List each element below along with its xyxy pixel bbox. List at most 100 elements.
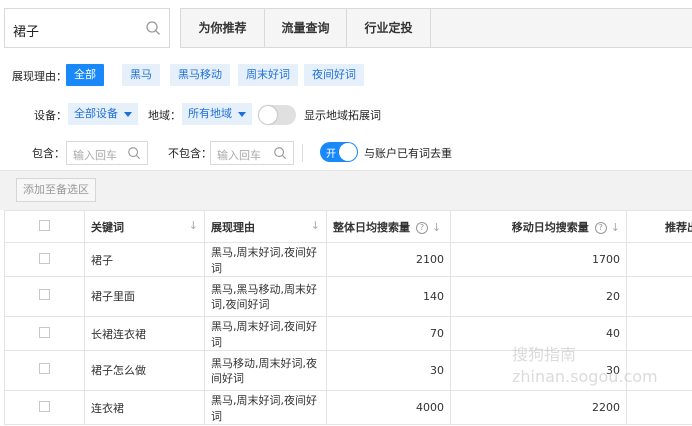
keyword-cell: 裙子怎么做	[84, 350, 205, 391]
reason-tag-heima-mobile[interactable]: 黑马移动	[170, 64, 230, 86]
search-icon	[274, 147, 287, 160]
reason-tag-night[interactable]: 夜间好词	[304, 64, 364, 86]
tab-recommend[interactable]: 为你推荐	[181, 9, 265, 47]
include-input[interactable]: 输入回车	[66, 141, 148, 165]
mobile-search-cell: 2200	[450, 390, 627, 425]
keyword-cell: 裙子	[84, 242, 205, 277]
recommend-cell	[626, 350, 692, 391]
reason-filter-row: 展现理由： 全部 黑马 黑马移动 周末好词 夜间好词	[0, 62, 692, 88]
caret-down-icon	[124, 111, 132, 117]
region-expand-label: 显示地域拓展词	[304, 109, 381, 122]
sort-arrow-icon: ↓	[188, 218, 198, 232]
recommend-cell	[626, 276, 692, 317]
dedupe-label: 与账户已有词去重	[364, 147, 452, 160]
table-row: 裙子里面 黑马,黑马移动,周末好词,夜间好词 140 20	[4, 276, 692, 317]
recommend-cell	[626, 316, 692, 351]
recommend-cell	[626, 242, 692, 277]
col-mobile-search[interactable]: 移动日均搜索量? ↓	[450, 210, 627, 243]
total-search-cell: 140	[326, 276, 451, 317]
region-value: 所有地域	[188, 107, 232, 120]
exclude-placeholder: 输入回车	[217, 149, 261, 162]
include-filter-row: 包含： 输入回车 不包含： 输入回车 开 与账户已有词去重	[0, 140, 692, 166]
function-tab-bar: 为你推荐 流量查询 行业定投	[180, 8, 692, 48]
total-search-cell: 30	[326, 350, 451, 391]
reason-tag-heima[interactable]: 黑马	[122, 64, 160, 86]
reason-cell: 黑马,周末好词,夜间好词	[204, 316, 327, 351]
row-checkbox[interactable]	[39, 289, 50, 300]
total-search-cell: 70	[326, 316, 451, 351]
sort-arrow-icon: ↓	[310, 218, 320, 232]
device-dropdown[interactable]: 全部设备	[68, 103, 138, 125]
reason-cell: 黑马移动,周末好词,夜间好词	[204, 350, 327, 391]
include-label: 包含：	[32, 147, 65, 160]
reason-cell: 黑马,周末好词,夜间好词	[204, 242, 327, 277]
row-checkbox[interactable]	[39, 326, 50, 338]
table-header-row: 关键词↓ 展现理由↓ 整体日均搜索量?↓ 移动日均搜索量?↓ 推荐出	[4, 210, 692, 243]
keyword-cell: 连衣裙	[84, 390, 205, 425]
col-mobile-label: 移动日均搜索量	[511, 220, 589, 234]
reason-tag-weekend[interactable]: 周末好词	[238, 64, 298, 86]
exclude-input[interactable]: 输入回车	[210, 141, 294, 165]
search-icon[interactable]	[145, 20, 161, 36]
keyword-table: 关键词↓ 展现理由↓ 整体日均搜索量?↓ 移动日均搜索量?↓ 推荐出 裙子 黑马…	[4, 210, 692, 425]
reason-cell: 黑马,黑马移动,周末好词,夜间好词	[204, 276, 327, 317]
tab-traffic-query[interactable]: 流量查询	[265, 9, 347, 47]
sort-arrow-icon: ↓	[432, 220, 442, 234]
toggle-on-text: 开	[326, 149, 336, 160]
help-icon[interactable]: ?	[416, 221, 428, 234]
reason-cell: 黑马,周末好词,夜间好词	[204, 390, 327, 425]
col-recommend-label: 推荐出	[665, 220, 692, 234]
col-keyword[interactable]: 关键词 ↓	[84, 210, 205, 243]
col-reason-label: 展现理由	[211, 220, 255, 234]
table-row: 连衣裙 黑马,周末好词,夜间好词 4000 2200	[4, 390, 692, 425]
row-select-cell	[4, 350, 85, 391]
mobile-search-cell: 30	[450, 350, 627, 391]
device-label: 设备：	[34, 109, 67, 122]
table-action-bar: 添加至备选区	[0, 170, 692, 210]
keyword-cell: 裙子里面	[84, 276, 205, 317]
row-select-cell	[4, 276, 85, 317]
row-checkbox[interactable]	[39, 363, 50, 374]
search-value: 裙子	[13, 25, 40, 40]
row-select-cell	[4, 242, 85, 277]
region-label: 地域：	[148, 109, 181, 122]
col-total-search[interactable]: 整体日均搜索量? ↓	[326, 210, 451, 243]
search-icon	[128, 147, 141, 160]
sort-arrow-icon: ↓	[610, 220, 620, 234]
add-to-candidates-button[interactable]: 添加至备选区	[16, 178, 96, 202]
mobile-search-cell: 1700	[450, 242, 627, 277]
row-select-cell	[4, 390, 85, 425]
row-select-cell	[4, 316, 85, 351]
table-row: 裙子怎么做 黑马移动,周末好词,夜间好词 30 30	[4, 350, 692, 391]
mobile-search-cell: 20	[450, 276, 627, 317]
include-placeholder: 输入回车	[73, 149, 117, 162]
help-icon[interactable]: ?	[594, 221, 607, 234]
keyword-search-input[interactable]: 裙子	[4, 8, 170, 48]
divider	[302, 144, 303, 162]
reason-tag-all[interactable]: 全部	[66, 64, 104, 86]
col-recommend[interactable]: 推荐出	[626, 210, 692, 243]
toggle-knob	[339, 143, 357, 161]
recommend-cell	[626, 390, 692, 425]
region-dropdown[interactable]: 所有地域	[182, 103, 252, 125]
dedupe-toggle[interactable]: 开	[320, 142, 358, 162]
table-row: 长裙连衣裙 黑马,周末好词,夜间好词 70 40	[4, 316, 692, 351]
select-all-cell	[4, 210, 85, 243]
exclude-label: 不包含：	[168, 147, 212, 160]
select-all-checkbox[interactable]	[39, 219, 50, 231]
toggle-knob	[259, 106, 277, 124]
tab-industry[interactable]: 行业定投	[347, 9, 431, 47]
col-total-label: 整体日均搜索量	[333, 220, 410, 234]
row-checkbox[interactable]	[39, 252, 50, 264]
region-expand-toggle[interactable]	[258, 105, 296, 125]
reason-label: 展现理由：	[12, 70, 67, 83]
col-reason[interactable]: 展现理由 ↓	[204, 210, 327, 243]
col-keyword-label: 关键词	[91, 220, 124, 234]
device-value: 全部设备	[74, 107, 118, 120]
total-search-cell: 4000	[326, 390, 451, 425]
device-filter-row: 设备： 全部设备 地域： 所有地域 显示地域拓展词	[0, 102, 692, 126]
mobile-search-cell: 40	[450, 316, 627, 351]
caret-down-icon	[238, 111, 246, 117]
keyword-cell: 长裙连衣裙	[84, 316, 205, 351]
row-checkbox[interactable]	[39, 400, 50, 412]
